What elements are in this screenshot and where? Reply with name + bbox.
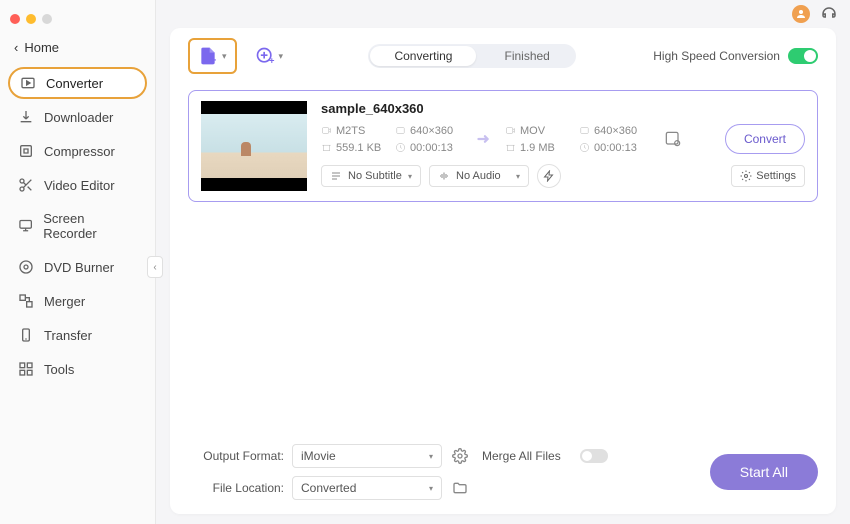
home-label: Home xyxy=(24,40,59,55)
hsc-label: High Speed Conversion xyxy=(653,49,780,63)
file-metadata-grid: M2TS 640×360 MOV 640×360 Convert 559.1 K… xyxy=(321,124,805,154)
sidebar-item-label: DVD Burner xyxy=(44,260,114,275)
status-tabs: Converting Finished xyxy=(368,44,575,68)
add-url-icon: + xyxy=(255,46,275,66)
chevron-down-icon: ▾ xyxy=(408,172,412,181)
file-card: sample_640x360 M2TS 640×360 MOV 640×360 … xyxy=(188,90,818,202)
main-area: + ▾ + ▾ Converting Finished High Speed C… xyxy=(156,0,850,524)
merge-toggle[interactable] xyxy=(580,449,608,463)
chevron-down-icon: ▾ xyxy=(429,484,433,493)
sidebar-item-label: Tools xyxy=(44,362,74,377)
sidebar-item-screen-recorder[interactable]: Screen Recorder xyxy=(8,203,147,249)
sidebar-item-label: Transfer xyxy=(44,328,92,343)
convert-button[interactable]: Convert xyxy=(725,124,805,154)
sidebar-item-label: Converter xyxy=(46,76,103,91)
file-controls: No Subtitle ▾ No Audio ▾ Settings xyxy=(321,164,805,188)
output-format-label: Output Format: xyxy=(188,449,284,463)
high-speed-conversion: High Speed Conversion xyxy=(653,48,818,64)
transfer-icon xyxy=(18,327,34,343)
sidebar-item-label: Video Editor xyxy=(44,178,115,193)
screen-recorder-icon xyxy=(18,218,33,234)
subtitle-icon xyxy=(330,170,342,182)
compressor-icon xyxy=(18,143,34,159)
add-file-icon: + xyxy=(198,46,218,66)
svg-text:+: + xyxy=(269,56,274,66)
chevron-down-icon: ▾ xyxy=(279,51,284,62)
home-nav[interactable]: ‹ Home xyxy=(0,34,155,61)
dst-size: 1.9 MB xyxy=(505,142,573,154)
open-folder-button[interactable] xyxy=(450,478,470,498)
window-controls xyxy=(0,8,155,34)
file-body: sample_640x360 M2TS 640×360 MOV 640×360 … xyxy=(321,101,805,191)
edit-output-button[interactable] xyxy=(657,129,689,149)
tab-finished[interactable]: Finished xyxy=(478,44,575,68)
sidebar-item-label: Compressor xyxy=(44,144,115,159)
close-window-icon[interactable] xyxy=(10,14,20,24)
minimize-window-icon[interactable] xyxy=(26,14,36,24)
bolt-icon xyxy=(543,170,555,182)
chevron-down-icon: ▾ xyxy=(516,172,520,181)
sidebar-item-label: Screen Recorder xyxy=(43,211,137,241)
footer: Output Format: iMovie ▾ Merge All Files … xyxy=(188,444,818,500)
user-avatar-icon[interactable] xyxy=(792,5,810,23)
sidebar-item-transfer[interactable]: Transfer xyxy=(8,319,147,351)
folder-icon xyxy=(452,480,468,496)
sidebar-item-merger[interactable]: Merger xyxy=(8,285,147,317)
file-location-label: File Location: xyxy=(188,481,284,495)
content-panel: + ▾ + ▾ Converting Finished High Speed C… xyxy=(170,28,836,514)
merger-icon xyxy=(18,293,34,309)
support-icon[interactable] xyxy=(820,5,838,23)
start-all-button[interactable]: Start All xyxy=(710,454,818,490)
file-name: sample_640x360 xyxy=(321,101,805,116)
svg-text:+: + xyxy=(211,56,217,67)
gear-icon xyxy=(740,170,752,182)
sidebar-item-converter[interactable]: Converter xyxy=(8,67,147,99)
chevron-down-icon: ▾ xyxy=(222,51,227,62)
src-format: M2TS xyxy=(321,125,389,137)
sidebar-collapse-button[interactable]: ‹ xyxy=(147,256,163,278)
settings-button[interactable]: Settings xyxy=(731,165,805,187)
merge-label: Merge All Files xyxy=(482,449,572,463)
sidebar-item-dvd-burner[interactable]: DVD Burner xyxy=(8,251,147,283)
src-resolution: 640×360 xyxy=(395,125,463,137)
subtitle-select[interactable]: No Subtitle ▾ xyxy=(321,165,421,187)
video-thumbnail[interactable] xyxy=(201,101,307,191)
gear-icon xyxy=(452,448,468,464)
audio-select[interactable]: No Audio ▾ xyxy=(429,165,529,187)
scissors-icon xyxy=(18,177,34,193)
sidebar-item-video-editor[interactable]: Video Editor xyxy=(8,169,147,201)
arrow-icon xyxy=(469,128,499,150)
output-settings-button[interactable] xyxy=(450,446,470,466)
chevron-down-icon: ▾ xyxy=(429,452,433,461)
sidebar: ‹ Home Converter Downloader Compressor V… xyxy=(0,0,156,524)
sidebar-item-downloader[interactable]: Downloader xyxy=(8,101,147,133)
src-duration: 00:00:13 xyxy=(395,142,463,154)
sidebar-item-label: Downloader xyxy=(44,110,113,125)
dst-format: MOV xyxy=(505,125,573,137)
dst-resolution: 640×360 xyxy=(579,125,651,137)
hsc-toggle[interactable] xyxy=(788,48,818,64)
chevron-left-icon: ‹ xyxy=(14,40,18,55)
output-format-select[interactable]: iMovie ▾ xyxy=(292,444,442,468)
topbar xyxy=(156,0,850,24)
file-location-select[interactable]: Converted ▾ xyxy=(292,476,442,500)
add-url-button[interactable]: + ▾ xyxy=(247,40,292,72)
sidebar-list: Converter Downloader Compressor Video Ed… xyxy=(0,61,155,393)
converter-icon xyxy=(20,75,36,91)
src-size: 559.1 KB xyxy=(321,142,389,154)
tools-icon xyxy=(18,361,34,377)
sidebar-item-tools[interactable]: Tools xyxy=(8,353,147,385)
toolbar: + ▾ + ▾ Converting Finished High Speed C… xyxy=(188,38,818,74)
maximize-window-icon[interactable] xyxy=(42,14,52,24)
info-button[interactable] xyxy=(537,164,561,188)
add-file-button[interactable]: + ▾ xyxy=(188,38,237,74)
audio-icon xyxy=(438,170,450,182)
sidebar-item-compressor[interactable]: Compressor xyxy=(8,135,147,167)
disc-icon xyxy=(18,259,34,275)
dst-duration: 00:00:13 xyxy=(579,142,651,154)
download-icon xyxy=(18,109,34,125)
sidebar-item-label: Merger xyxy=(44,294,85,309)
tab-converting[interactable]: Converting xyxy=(370,46,476,66)
